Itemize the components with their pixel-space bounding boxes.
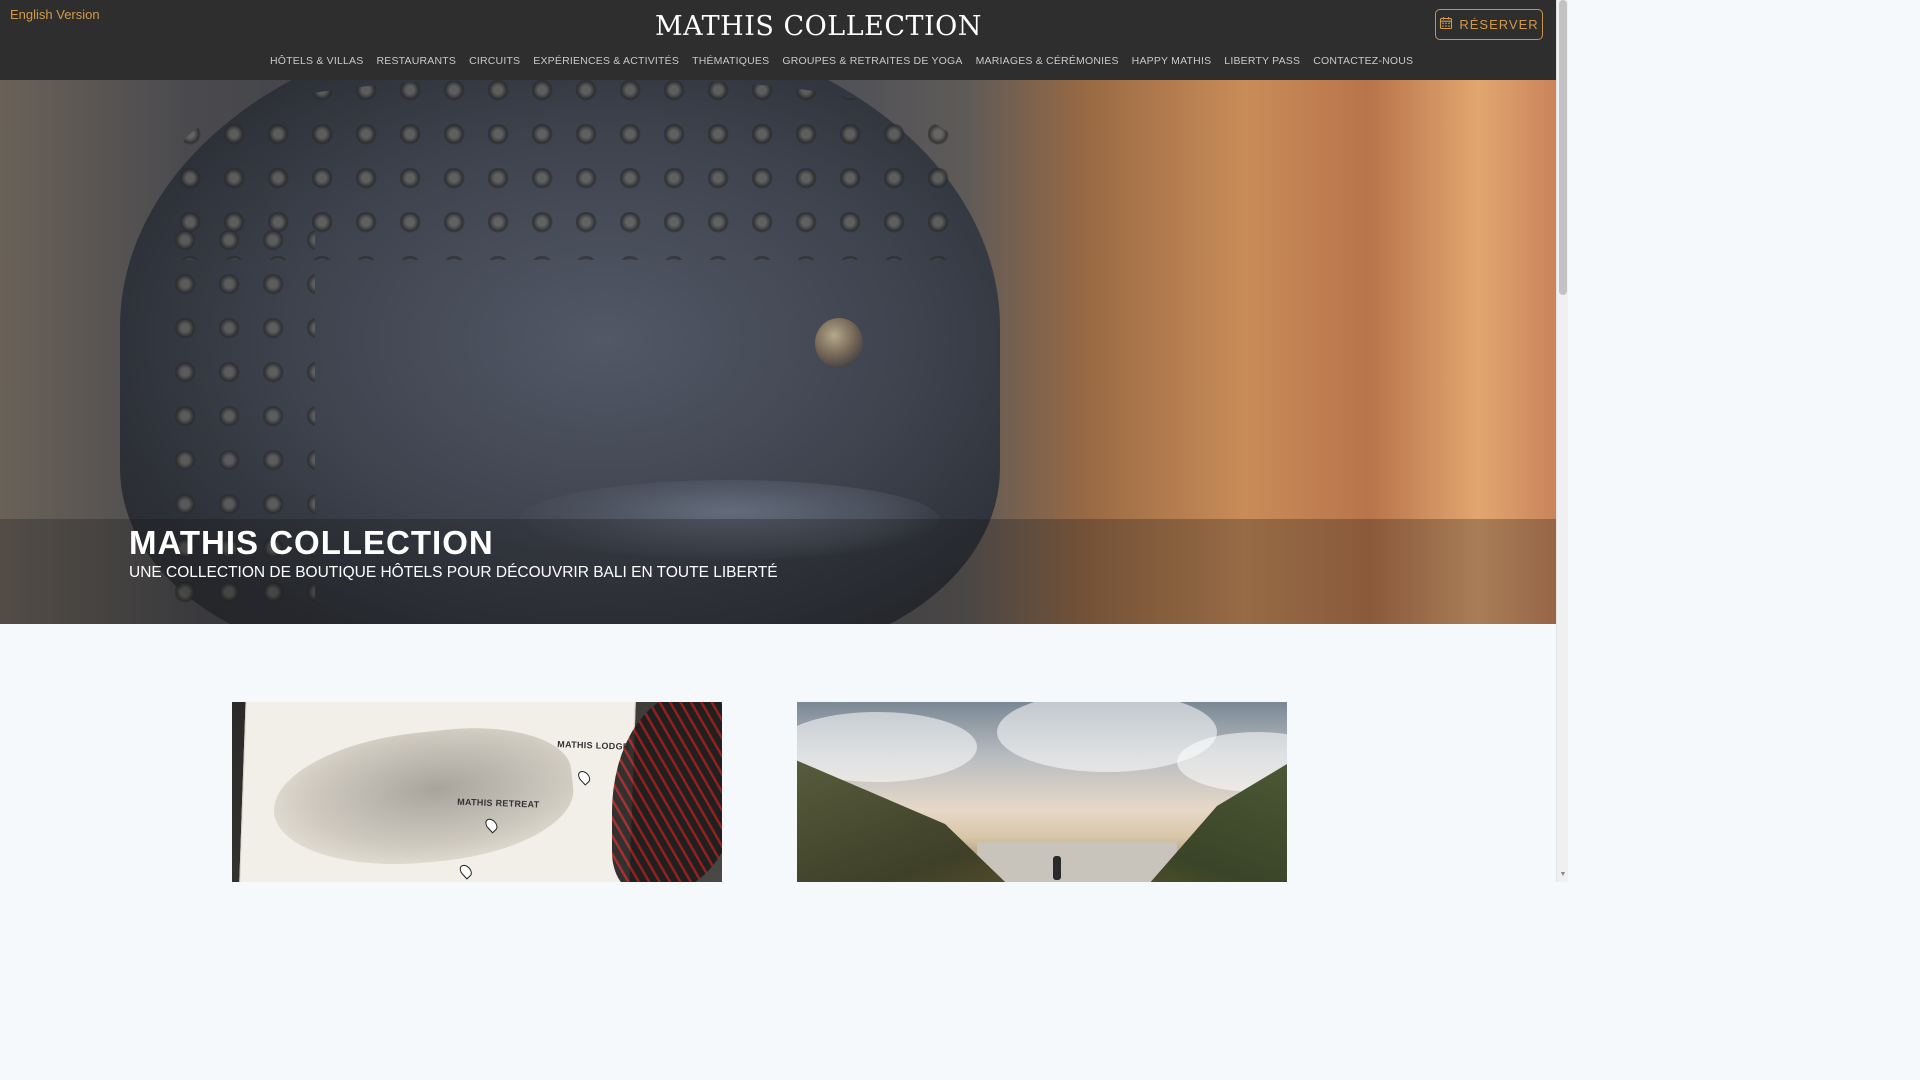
hero-subtitle: UNE COLLECTION DE BOUTIQUE HÔTELS POUR D… [129, 564, 778, 581]
map-pin-icon [575, 768, 593, 786]
site-header: English Version MATHIS COLLECTION RÉSERV… [0, 0, 1556, 80]
nav-item-groupes-yoga[interactable]: GROUPES & RETRAITES DE YOGA [782, 55, 962, 67]
bali-island-shape [267, 717, 580, 878]
nav-item-happy-mathis[interactable]: HAPPY MATHIS [1132, 55, 1212, 67]
nav-item-mariages[interactable]: MARIAGES & CÉRÉMONIES [976, 55, 1119, 67]
sea-decoration [977, 842, 1177, 882]
cloud-decoration [797, 712, 977, 782]
scrollbar-thumb[interactable] [1559, 0, 1567, 295]
nav-item-circuits[interactable]: CIRCUITS [469, 55, 520, 67]
map-label-lodge: MATHIS LODGE [557, 739, 630, 752]
yoga-person-figure [1053, 856, 1061, 880]
site-logo[interactable]: MATHIS COLLECTION [655, 11, 982, 42]
nav-item-liberty-pass[interactable]: LIBERTY PASS [1224, 55, 1300, 67]
calendar-icon [1439, 16, 1453, 33]
hero-banner: MATHIS COLLECTION UNE COLLECTION DE BOUT… [0, 80, 1556, 624]
hero-title: MATHIS COLLECTION [129, 524, 494, 561]
reserve-button[interactable]: RÉSERVER [1435, 9, 1543, 40]
main-nav: HÔTELS & VILLAS RESTAURANTS CIRCUITS EXP… [270, 55, 1426, 67]
card-landscape-image[interactable] [797, 702, 1287, 882]
nav-item-experiences[interactable]: EXPÉRIENCES & ACTIVITÉS [533, 55, 679, 67]
map-pin-icon [457, 862, 475, 880]
buddha-urna-decoration [815, 318, 863, 368]
english-version-link[interactable]: English Version [10, 7, 100, 22]
bali-map-paper: MATHIS LODGE MATHIS RETREAT [238, 702, 636, 882]
nav-item-restaurants[interactable]: RESTAURANTS [376, 55, 456, 67]
card-map-image[interactable]: MATHIS LODGE MATHIS RETREAT [232, 702, 722, 882]
scroll-down-icon[interactable]: ▼ [1558, 870, 1568, 880]
nav-item-thematiques[interactable]: THÉMATIQUES [692, 55, 769, 67]
nav-item-hotels-villas[interactable]: HÔTELS & VILLAS [270, 55, 363, 67]
page-scrollbar[interactable]: ▼ [1556, 0, 1568, 882]
reserve-label: RÉSERVER [1459, 17, 1539, 32]
nav-item-contact[interactable]: CONTACTEZ-NOUS [1313, 55, 1413, 67]
